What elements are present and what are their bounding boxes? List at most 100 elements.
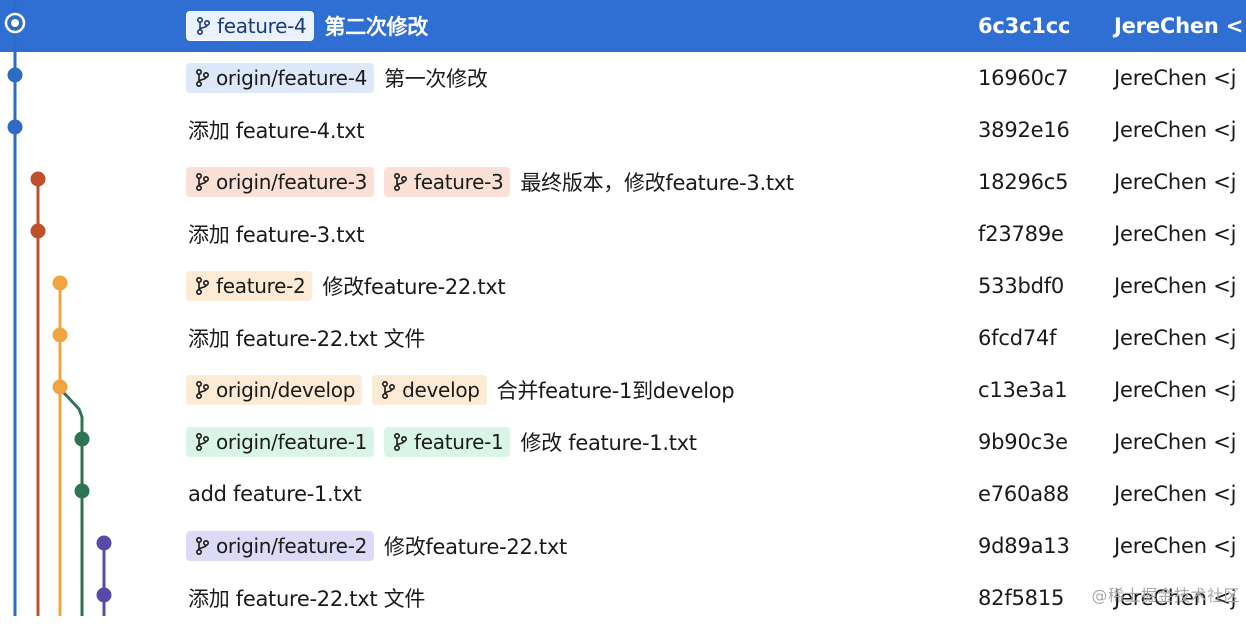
commit-row[interactable]: origin/feature-3 feature-3 最终版本，修改feature-… [0,156,1246,208]
commit-message: add feature-1.txt [188,482,362,506]
commit-message: 第二次修改 [324,15,428,39]
commit-author: JereChen <j [1114,170,1237,194]
commit-refs: feature-2 修改feature-22.txt [186,260,506,312]
git-branch-icon [394,172,408,192]
commit-hash: 82f5815 [978,586,1065,610]
commit-dot [7,67,23,83]
commit-hash: 6c3c1cc [978,14,1071,38]
commit-dot-selected-inner [11,19,19,27]
commit-dot [30,171,46,187]
commit-dot [74,483,90,499]
commit-refs: 添加 feature-22.txt 文件 [186,312,425,364]
commit-message: 添加 feature-3.txt [188,223,365,247]
commit-author: JereChen < [1114,14,1244,38]
commit-message: 修改 feature-1.txt [520,431,697,455]
commit-hash: 533bdf0 [978,274,1065,298]
commit-hash: 18296c5 [978,170,1069,194]
commit-hash: e760a88 [978,482,1070,506]
commit-dot [52,275,68,291]
git-branch-icon [195,172,210,192]
branch-tag[interactable]: feature-1 [384,427,511,457]
branch-tag-label: origin/feature-4 [216,66,368,90]
commit-graph [4,0,112,616]
commit-hash: 9b90c3e [978,430,1068,454]
commit-author: JereChen <j [1114,430,1237,454]
commit-message: 添加 feature-22.txt 文件 [188,327,426,351]
commit-refs: 添加 feature-22.txt 文件 [186,572,425,624]
commit-author: JereChen <j [1114,534,1237,558]
commit-dot [30,223,46,239]
commit-refs: origin/feature-1 feature-1 修改 feature-1.tx… [186,416,697,468]
git-branch-icon [394,432,408,452]
commit-refs: origin/feature-3 feature-3 最终版本，修改feature-… [186,156,794,208]
commit-refs: origin/develop develop 合并feature-1到develop [186,364,735,416]
commit-message: 修改feature-22.txt [322,275,506,299]
commit-refs: origin/feature-2 修改feature-22.txt [186,520,567,572]
commit-author: JereChen <j [1114,378,1237,402]
git-branch-icon [195,432,210,452]
branch-tag[interactable]: origin/develop [186,375,363,405]
commit-row[interactable]: feature-2 修改feature-22.txt 533bdf0 JereChen… [0,260,1246,312]
commit-refs: 添加 feature-4.txt [186,104,365,156]
branch-tag[interactable]: develop [372,375,487,405]
commit-row[interactable]: origin/feature-4 第一次修改 16960c7 JereChen <j [0,52,1246,104]
commit-refs: 添加 feature-3.txt [186,208,365,260]
commit-hash: 9d89a13 [978,534,1070,558]
commit-hash: 6fcd74f [978,326,1057,350]
git-branch-icon [195,536,210,556]
commit-refs: origin/feature-4 第一次修改 [186,52,488,104]
branch-tag-label: feature-4 [217,14,307,38]
commit-author: JereChen <j [1114,222,1237,246]
branch-tag-label: feature-2 [216,274,306,298]
branch-tag-label: origin/feature-3 [216,170,368,194]
commit-message: 添加 feature-4.txt [188,119,365,143]
commit-row[interactable]: origin/develop develop 合并feature-1到develop… [0,364,1246,416]
commit-refs: feature-4 第二次修改 [186,0,428,52]
commit-row[interactable]: origin/feature-2 修改feature-22.txt 9d89a13 J… [0,520,1246,572]
branch-tag-label: origin/feature-2 [216,534,368,558]
branch-tag-label: feature-1 [414,430,504,454]
git-branch-icon [195,276,210,296]
commit-row[interactable]: feature-4 第二次修改 6c3c1cc JereChen < [0,0,1246,52]
commit-message: 合并feature-1到develop [496,379,735,403]
commit-author: JereChen <j [1114,118,1237,142]
commit-message: 修改feature-22.txt [384,535,567,559]
commit-row[interactable]: 添加 feature-22.txt 文件 82f5815 JereChen <j [0,572,1246,624]
branch-tag[interactable]: origin/feature-1 [186,427,375,457]
branch-tag[interactable]: origin/feature-2 [186,531,375,561]
git-branch-icon [195,380,210,400]
commit-row[interactable]: add feature-1.txt e760a88 JereChen <j [0,468,1246,520]
commit-row[interactable]: 添加 feature-4.txt 3892e16 JereChen <j [0,104,1246,156]
commit-hash: 3892e16 [978,118,1070,142]
commit-message: 添加 feature-22.txt 文件 [188,587,426,611]
commit-dot [74,431,90,447]
branch-tag[interactable]: feature-2 [186,271,313,301]
commit-hash: 16960c7 [978,66,1069,90]
branch-tag-label: origin/develop [216,378,356,402]
commit-dot [52,379,68,395]
commit-author: JereChen <j [1114,482,1237,506]
branch-tag[interactable]: origin/feature-4 [186,63,375,93]
commit-row[interactable]: origin/feature-1 feature-1 修改 feature-1.tx… [0,416,1246,468]
commit-hash: f23789e [978,222,1064,246]
watermark: @稀土掘金技术社区 [1091,586,1240,605]
branch-tag[interactable]: feature-3 [384,167,511,197]
git-branch-icon [382,380,396,400]
commit-row[interactable]: 添加 feature-3.txt f23789e JereChen <j [0,208,1246,260]
branch-tag[interactable]: feature-4 [186,11,315,41]
commit-message: 第一次修改 [384,67,488,91]
commit-dot [96,535,112,551]
commit-author: JereChen <j [1114,326,1237,350]
commit-author: JereChen <j [1114,66,1237,90]
commit-dot [52,327,68,343]
branch-tag[interactable]: origin/feature-3 [186,167,375,197]
branch-tag-label: develop [402,378,480,402]
commit-hash: c13e3a1 [978,378,1068,402]
commit-message: 最终版本，修改feature-3.txt [520,171,794,195]
graph-line-lane-3 [58,387,84,616]
branch-tag-label: origin/feature-1 [216,430,368,454]
git-branch-icon [195,68,210,88]
commit-row[interactable]: 添加 feature-22.txt 文件 6fcd74f JereChen <j [0,312,1246,364]
git-branch-icon [196,16,211,36]
commit-author: JereChen <j [1114,274,1237,298]
